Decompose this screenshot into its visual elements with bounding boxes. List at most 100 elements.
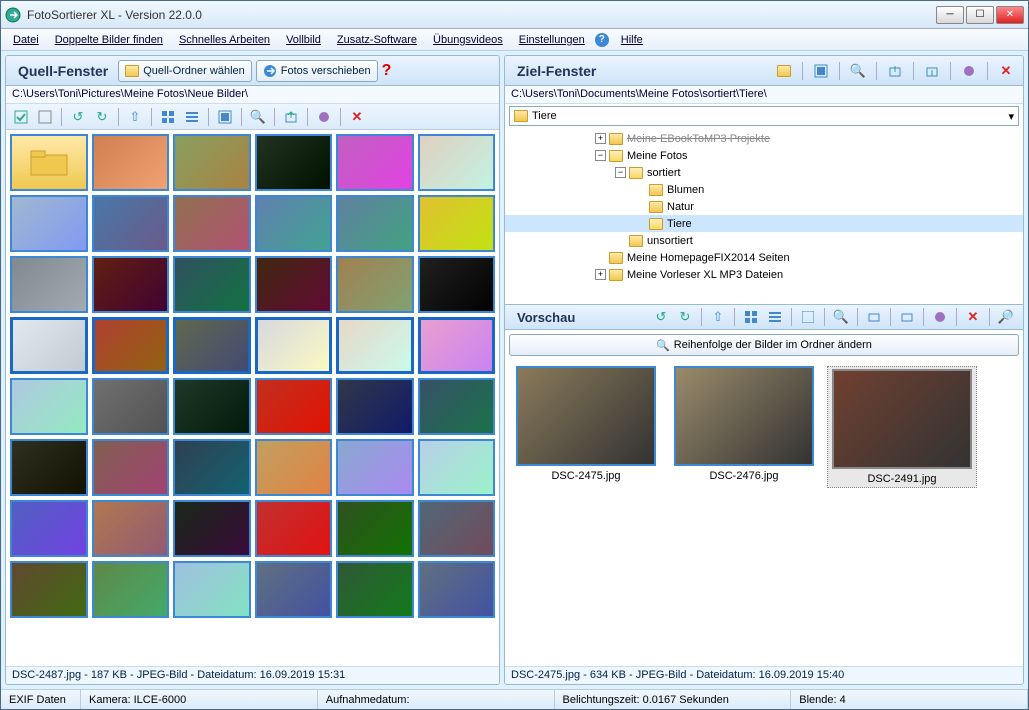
ziel-export-button[interactable]: [884, 60, 906, 82]
menu-doppelte[interactable]: Doppelte Bilder finden: [49, 32, 169, 48]
view-list-button[interactable]: [181, 106, 203, 128]
menu-vollbild[interactable]: Vollbild: [280, 32, 327, 48]
thumbnail[interactable]: [173, 134, 251, 191]
thumbnail[interactable]: [10, 378, 88, 435]
search-button[interactable]: 🔍: [247, 106, 269, 128]
thumbnail[interactable]: [336, 378, 414, 435]
ziel-rotate-button[interactable]: [958, 60, 980, 82]
quell-thumbnails[interactable]: [6, 130, 499, 666]
thumbnail[interactable]: [418, 561, 496, 618]
thumbnail[interactable]: [173, 500, 251, 557]
tree-item[interactable]: +Meine Vorleser XL MP3 Dateien: [505, 266, 1023, 283]
thumbnail[interactable]: [92, 561, 170, 618]
thumbnail[interactable]: [336, 134, 414, 191]
preview-item[interactable]: DSC-2491.jpg: [827, 366, 977, 488]
ziel-import-button[interactable]: [921, 60, 943, 82]
thumbnail[interactable]: [255, 256, 333, 313]
export-button[interactable]: [280, 106, 302, 128]
view-grid-button[interactable]: [157, 106, 179, 128]
help-button[interactable]: ?: [382, 62, 392, 80]
pv-delete[interactable]: ✕: [962, 306, 984, 328]
preview-item[interactable]: DSC-2476.jpg: [669, 366, 819, 482]
ziel-tree[interactable]: +Meine EBookToMP3 Projekte −Meine Fotos …: [505, 128, 1023, 304]
ziel-delete-button[interactable]: ✕: [995, 60, 1017, 82]
tree-item[interactable]: Blumen: [505, 181, 1023, 198]
thumbnail[interactable]: [10, 561, 88, 618]
titlebar[interactable]: FotoSortierer XL - Version 22.0.0 ─ ☐ ✕: [1, 1, 1028, 29]
new-folder-button[interactable]: [773, 60, 795, 82]
preview-item[interactable]: DSC-2475.jpg: [511, 366, 661, 482]
thumbnail[interactable]: [173, 561, 251, 618]
thumbnail[interactable]: [92, 500, 170, 557]
pv-list[interactable]: [764, 306, 786, 328]
thumbnail[interactable]: [255, 134, 333, 191]
thumbnail[interactable]: [92, 378, 170, 435]
thumbnail[interactable]: [418, 195, 496, 252]
tree-item-selected[interactable]: Tiere: [505, 215, 1023, 232]
pv-zoom[interactable]: 🔎: [995, 306, 1017, 328]
pv-rotate[interactable]: [929, 306, 951, 328]
thumbnail[interactable]: [255, 561, 333, 618]
tree-item[interactable]: Meine HomepageFIX2014 Seiten: [505, 249, 1023, 266]
thumbnail[interactable]: [336, 317, 414, 374]
ziel-folder-combo[interactable]: Tiere ▾: [509, 106, 1019, 126]
menu-einstellungen[interactable]: Einstellungen: [513, 32, 591, 48]
menu-datei[interactable]: Datei: [7, 32, 45, 48]
tree-item[interactable]: unsortiert: [505, 232, 1023, 249]
thumbnail[interactable]: [10, 195, 88, 252]
maximize-button[interactable]: ☐: [966, 6, 994, 24]
pv-refresh-cw[interactable]: ↻: [674, 306, 696, 328]
thumbnail[interactable]: [92, 439, 170, 496]
tree-item[interactable]: −Meine Fotos: [505, 147, 1023, 164]
thumbnail[interactable]: [336, 195, 414, 252]
ziel-fullscreen-button[interactable]: [810, 60, 832, 82]
thumbnail[interactable]: [255, 195, 333, 252]
rotate-button[interactable]: [313, 106, 335, 128]
thumbnail[interactable]: [92, 317, 170, 374]
fotos-verschieben-button[interactable]: Fotos verschieben: [256, 60, 378, 82]
thumbnail[interactable]: [173, 195, 251, 252]
thumbnail[interactable]: [10, 256, 88, 313]
thumbnail[interactable]: [92, 195, 170, 252]
menu-schnelles[interactable]: Schnelles Arbeiten: [173, 32, 276, 48]
thumbnail[interactable]: [10, 439, 88, 496]
reorder-button[interactable]: 🔍 Reihenfolge der Bilder im Ordner änder…: [509, 334, 1019, 356]
pv-search[interactable]: 🔍: [830, 306, 852, 328]
thumbnail[interactable]: [173, 378, 251, 435]
pv-grid[interactable]: [740, 306, 762, 328]
minimize-button[interactable]: ─: [936, 6, 964, 24]
thumbnail[interactable]: [336, 256, 414, 313]
thumbnail[interactable]: [92, 134, 170, 191]
thumbnail[interactable]: [418, 378, 496, 435]
thumbnail[interactable]: [255, 500, 333, 557]
thumbnail[interactable]: [10, 500, 88, 557]
quell-ordner-button[interactable]: Quell-Ordner wählen: [118, 60, 252, 82]
pv-up[interactable]: ⇧: [707, 306, 729, 328]
select-none-button[interactable]: [34, 106, 56, 128]
thumbnail[interactable]: [418, 134, 496, 191]
thumbnail[interactable]: [418, 317, 496, 374]
pv-exp2[interactable]: [896, 306, 918, 328]
tree-item[interactable]: −sortiert: [505, 164, 1023, 181]
pv-exp1[interactable]: [863, 306, 885, 328]
pv-full[interactable]: [797, 306, 819, 328]
thumbnail[interactable]: [173, 256, 251, 313]
vorschau-area[interactable]: DSC-2475.jpgDSC-2476.jpgDSC-2491.jpg: [505, 360, 1023, 666]
thumbnail[interactable]: [336, 439, 414, 496]
thumbnail[interactable]: [418, 256, 496, 313]
thumbnail[interactable]: [336, 500, 414, 557]
select-all-button[interactable]: [10, 106, 32, 128]
tree-item[interactable]: +Meine EBookToMP3 Projekte: [505, 130, 1023, 147]
thumbnail[interactable]: [255, 317, 333, 374]
refresh-cw-button[interactable]: ↻: [91, 106, 113, 128]
pv-refresh-ccw[interactable]: ↺: [650, 306, 672, 328]
delete-button[interactable]: ✕: [346, 106, 368, 128]
thumbnail[interactable]: [418, 500, 496, 557]
tree-item[interactable]: Natur: [505, 198, 1023, 215]
thumbnail[interactable]: [92, 256, 170, 313]
close-button[interactable]: ✕: [996, 6, 1024, 24]
thumbnail[interactable]: [10, 134, 88, 191]
menu-zusatz[interactable]: Zusatz-Software: [331, 32, 423, 48]
refresh-ccw-button[interactable]: ↺: [67, 106, 89, 128]
thumbnail[interactable]: [255, 439, 333, 496]
